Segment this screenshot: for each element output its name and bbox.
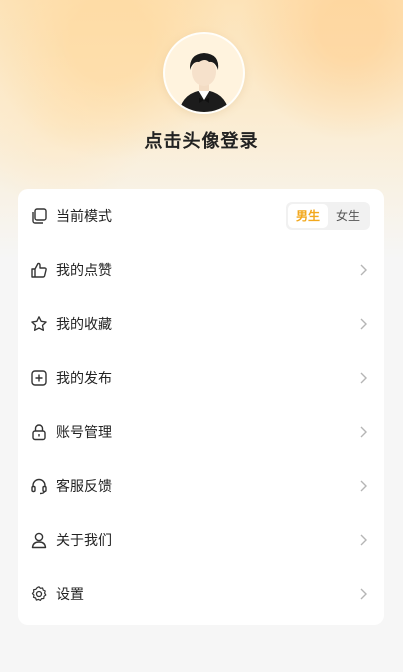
menu-item-account[interactable]: 账号管理 xyxy=(18,405,384,459)
menu-item-about[interactable]: 关于我们 xyxy=(18,513,384,567)
chevron-right-icon xyxy=(356,533,370,547)
gear-icon xyxy=(30,585,48,603)
mode-row: 当前模式 男生 女生 xyxy=(18,189,384,243)
chevron-right-icon xyxy=(356,371,370,385)
female-option[interactable]: 女生 xyxy=(328,204,368,228)
menu-item-posts[interactable]: 我的发布 xyxy=(18,351,384,405)
menu-item-label: 我的发布 xyxy=(56,371,112,387)
menu-item-label: 我的点赞 xyxy=(56,263,112,279)
chevron-right-icon xyxy=(356,587,370,601)
menu-item-support[interactable]: 客服反馈 xyxy=(18,459,384,513)
default-avatar-icon xyxy=(179,53,229,112)
mode-label: 当前模式 xyxy=(56,209,112,225)
headset-icon xyxy=(30,477,48,495)
chevron-right-icon xyxy=(356,425,370,439)
copy-icon xyxy=(30,207,48,225)
chevron-right-icon xyxy=(356,263,370,277)
menu-item-label: 关于我们 xyxy=(56,533,112,549)
chevron-right-icon xyxy=(356,479,370,493)
menu-item-label: 我的收藏 xyxy=(56,317,112,333)
lock-icon xyxy=(30,423,48,441)
star-icon xyxy=(30,315,48,333)
menu-item-label: 设置 xyxy=(56,587,84,603)
menu-item-favorites[interactable]: 我的收藏 xyxy=(18,297,384,351)
gender-toggle[interactable]: 男生 女生 xyxy=(286,202,370,230)
menu-card: 当前模式 男生 女生 我的点赞 我的收藏 我的发布 账号管理 客服反馈 关于我们… xyxy=(18,189,384,625)
login-prompt[interactable]: 点击头像登录 xyxy=(0,127,403,153)
chevron-right-icon xyxy=(356,317,370,331)
male-option[interactable]: 男生 xyxy=(288,204,328,228)
thumbs-up-icon xyxy=(30,261,48,279)
menu-item-label: 客服反馈 xyxy=(56,479,112,495)
menu-item-likes[interactable]: 我的点赞 xyxy=(18,243,384,297)
person-icon xyxy=(30,531,48,549)
plus-square-icon xyxy=(30,369,48,387)
menu-item-settings[interactable]: 设置 xyxy=(18,567,384,621)
avatar[interactable] xyxy=(163,32,245,114)
menu-item-label: 账号管理 xyxy=(56,425,112,441)
